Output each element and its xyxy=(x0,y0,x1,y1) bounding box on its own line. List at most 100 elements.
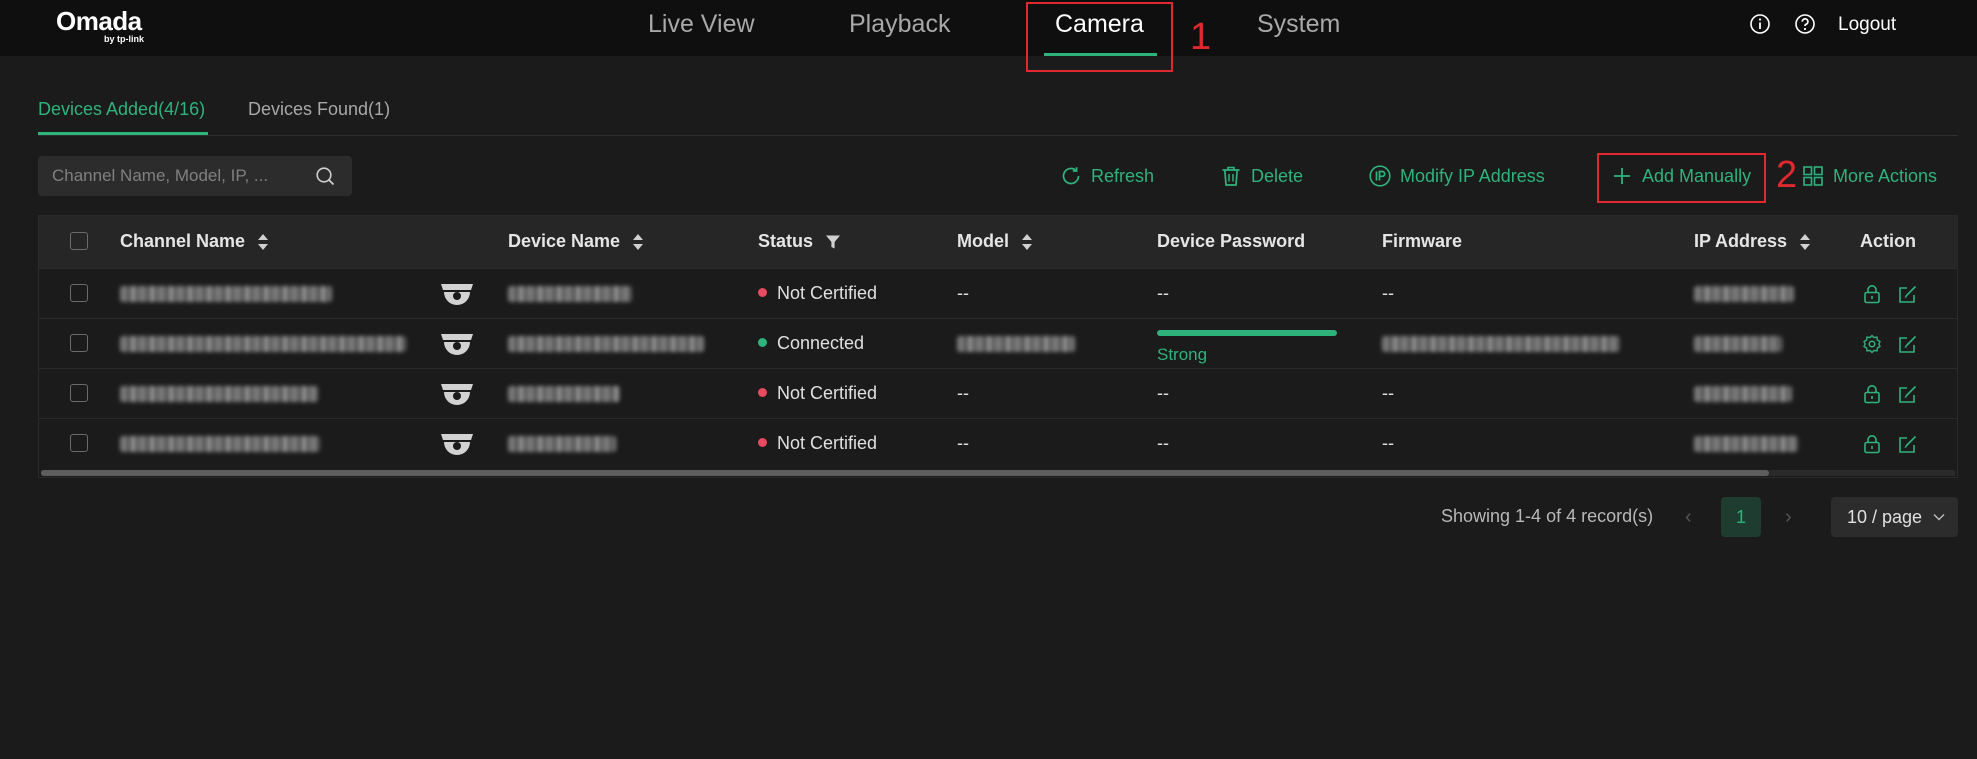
redacted-ip-address xyxy=(1694,386,1792,402)
status-cell: Connected xyxy=(758,333,864,354)
status-cell: Not Certified xyxy=(758,433,877,454)
help-icon[interactable] xyxy=(1794,13,1816,35)
pagination-summary: Showing 1-4 of 4 record(s) xyxy=(1441,506,1654,526)
modify-ip-label: Modify IP Address xyxy=(1400,165,1545,186)
sort-icon[interactable] xyxy=(1021,233,1033,251)
more-actions-button[interactable]: More Actions xyxy=(1801,164,1937,188)
search-icon[interactable] xyxy=(314,165,336,187)
page-size-select[interactable]: 10 / page xyxy=(1831,497,1958,537)
password-strength-label: Strong xyxy=(1157,345,1208,364)
annotation-number-1: 1 xyxy=(1190,16,1212,58)
table-row[interactable]: Connected Strong xyxy=(39,318,1957,368)
next-page-button[interactable]: › xyxy=(1785,506,1792,529)
filter-icon[interactable] xyxy=(825,234,841,250)
redacted-model xyxy=(957,336,1075,352)
grid-icon xyxy=(1803,166,1823,186)
status-text: Not Certified xyxy=(777,383,878,403)
column-channel-name-label: Channel Name xyxy=(120,231,246,251)
delete-label: Delete xyxy=(1251,165,1304,186)
dome-camera-icon xyxy=(441,334,473,355)
nav-live-view[interactable]: Live View xyxy=(648,10,755,39)
row-checkbox[interactable] xyxy=(70,434,88,452)
sort-icon[interactable] xyxy=(257,233,269,251)
column-action: Action xyxy=(1860,231,1916,252)
devices-table: Channel Name Device Name Status Model De… xyxy=(38,215,1958,478)
row-checkbox[interactable] xyxy=(70,284,88,302)
lock-icon[interactable] xyxy=(1862,284,1882,304)
search-box xyxy=(38,156,352,196)
select-all-checkbox[interactable] xyxy=(70,232,88,250)
column-firmware: Firmware xyxy=(1382,231,1462,252)
info-icon[interactable] xyxy=(1749,13,1771,35)
table-row[interactable]: Not Certified -- -- -- xyxy=(39,368,1957,418)
status-dot xyxy=(758,387,767,397)
model-cell: -- xyxy=(957,433,969,453)
lock-icon[interactable] xyxy=(1862,384,1882,404)
redacted-firmware xyxy=(1382,336,1620,352)
status-text: Connected xyxy=(777,333,865,353)
more-actions-label: More Actions xyxy=(1833,165,1938,186)
column-firmware-label: Firmware xyxy=(1382,231,1463,251)
row-checkbox[interactable] xyxy=(70,334,88,352)
redacted-channel-name xyxy=(120,336,406,352)
row-checkbox[interactable] xyxy=(70,384,88,402)
page-button-current[interactable]: 1 xyxy=(1721,497,1761,537)
delete-button[interactable]: Delete xyxy=(1219,164,1303,188)
ip-icon xyxy=(1369,165,1391,187)
edit-icon[interactable] xyxy=(1898,284,1918,304)
redacted-device-name xyxy=(508,336,704,352)
table-header: Channel Name Device Name Status Model De… xyxy=(39,216,1957,268)
redacted-channel-name xyxy=(120,386,318,402)
dome-camera-icon xyxy=(441,384,473,405)
lock-icon[interactable] xyxy=(1862,434,1882,454)
firmware-cell: -- xyxy=(1382,433,1394,453)
top-bar: Omada by tp-link Live View Playback Came… xyxy=(0,0,1977,56)
chevron-down-icon xyxy=(1933,514,1945,521)
model-cell: -- xyxy=(957,383,969,403)
status-dot xyxy=(758,437,767,447)
edit-icon[interactable] xyxy=(1898,384,1918,404)
column-status-label: Status xyxy=(758,231,814,251)
nav-playback[interactable]: Playback xyxy=(849,10,950,39)
horizontal-scrollbar-thumb[interactable] xyxy=(41,470,1769,476)
edit-icon[interactable] xyxy=(1898,334,1918,354)
trash-icon xyxy=(1222,166,1240,186)
password-cell: -- xyxy=(1157,383,1169,403)
logo-text: Omada xyxy=(56,6,142,36)
redacted-channel-name xyxy=(120,436,320,452)
column-status[interactable]: Status xyxy=(758,231,841,252)
sort-icon[interactable] xyxy=(632,233,644,251)
table-row[interactable]: Not Certified -- -- -- xyxy=(39,268,1957,318)
redacted-device-name xyxy=(508,386,620,402)
password-cell: -- xyxy=(1157,283,1169,303)
redacted-device-name xyxy=(508,436,616,452)
refresh-icon xyxy=(1062,167,1080,185)
annotation-number-2: 2 xyxy=(1776,154,1798,196)
search-input[interactable] xyxy=(52,156,302,196)
table-row[interactable]: Not Certified -- -- -- xyxy=(39,418,1957,468)
column-channel-name[interactable]: Channel Name xyxy=(120,231,269,252)
sort-icon[interactable] xyxy=(1799,233,1811,251)
refresh-label: Refresh xyxy=(1091,165,1155,186)
dome-camera-icon xyxy=(441,434,473,455)
omada-logo[interactable]: Omada by tp-link xyxy=(56,6,156,46)
password-cell: -- xyxy=(1157,433,1169,453)
nav-system[interactable]: System xyxy=(1257,10,1340,39)
prev-page-button[interactable]: ‹ xyxy=(1685,506,1692,529)
modify-ip-button[interactable]: Modify IP Address xyxy=(1368,164,1545,188)
status-text: Not Certified xyxy=(777,433,878,453)
tab-devices-found[interactable]: Devices Found(1) xyxy=(248,99,390,120)
logout-link[interactable]: Logout xyxy=(1838,14,1896,36)
refresh-button[interactable]: Refresh xyxy=(1059,164,1154,188)
column-ip-address[interactable]: IP Address xyxy=(1694,231,1811,252)
logo-subtext: by tp-link xyxy=(104,34,144,44)
page-size-value: 10 / page xyxy=(1847,507,1923,527)
tab-devices-added[interactable]: Devices Added(4/16) xyxy=(38,99,205,120)
status-text: Not Certified xyxy=(777,283,878,303)
firmware-cell: -- xyxy=(1382,383,1394,403)
gear-icon[interactable] xyxy=(1862,334,1882,354)
edit-icon[interactable] xyxy=(1898,434,1918,454)
column-model[interactable]: Model xyxy=(957,231,1033,252)
column-device-name[interactable]: Device Name xyxy=(508,231,644,252)
column-device-password: Device Password xyxy=(1157,231,1305,252)
